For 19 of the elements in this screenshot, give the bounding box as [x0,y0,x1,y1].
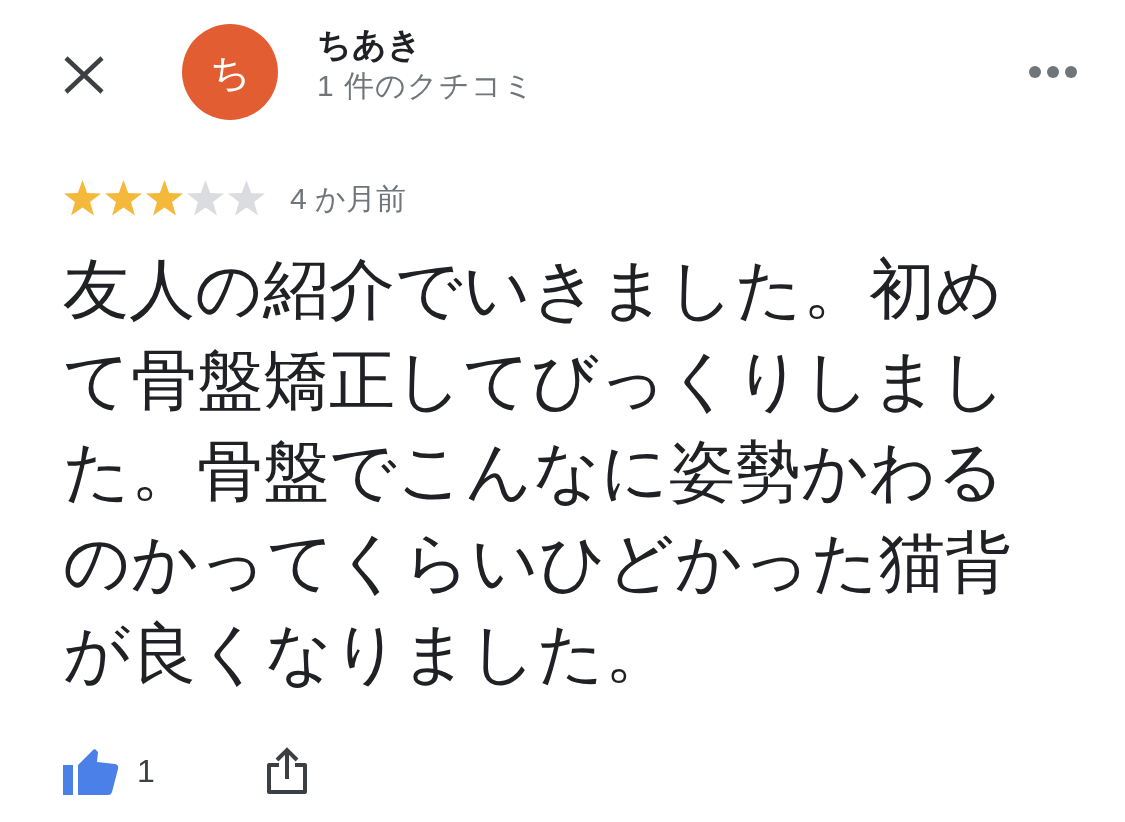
avatar: ち [182,24,278,120]
review-date: 4 か月前 [290,180,407,217]
close-icon [63,56,105,94]
review-text: 友人の紹介でいきました。初めて骨盤矯正してびっくりしました。骨盤でこんなに姿勢かわるのかってくらいひどかった猫背が良くなりました。 [63,251,1012,692]
share-icon [264,747,309,795]
reviewer-name: ちあき [317,24,423,65]
review-count: 1 件のクチコミ [317,67,536,104]
star-icon [104,179,143,217]
share-button[interactable] [264,747,309,795]
more-button[interactable] [1029,66,1077,78]
star-icon [145,179,184,217]
empty-star-icon [227,179,266,217]
more-icon [1029,66,1077,78]
star-icon [63,179,102,217]
thumbs-up-icon [63,747,119,795]
like-count: 1 [137,752,155,791]
close-button[interactable] [63,56,105,94]
empty-star-icon [186,179,225,217]
like-button[interactable] [63,747,119,795]
